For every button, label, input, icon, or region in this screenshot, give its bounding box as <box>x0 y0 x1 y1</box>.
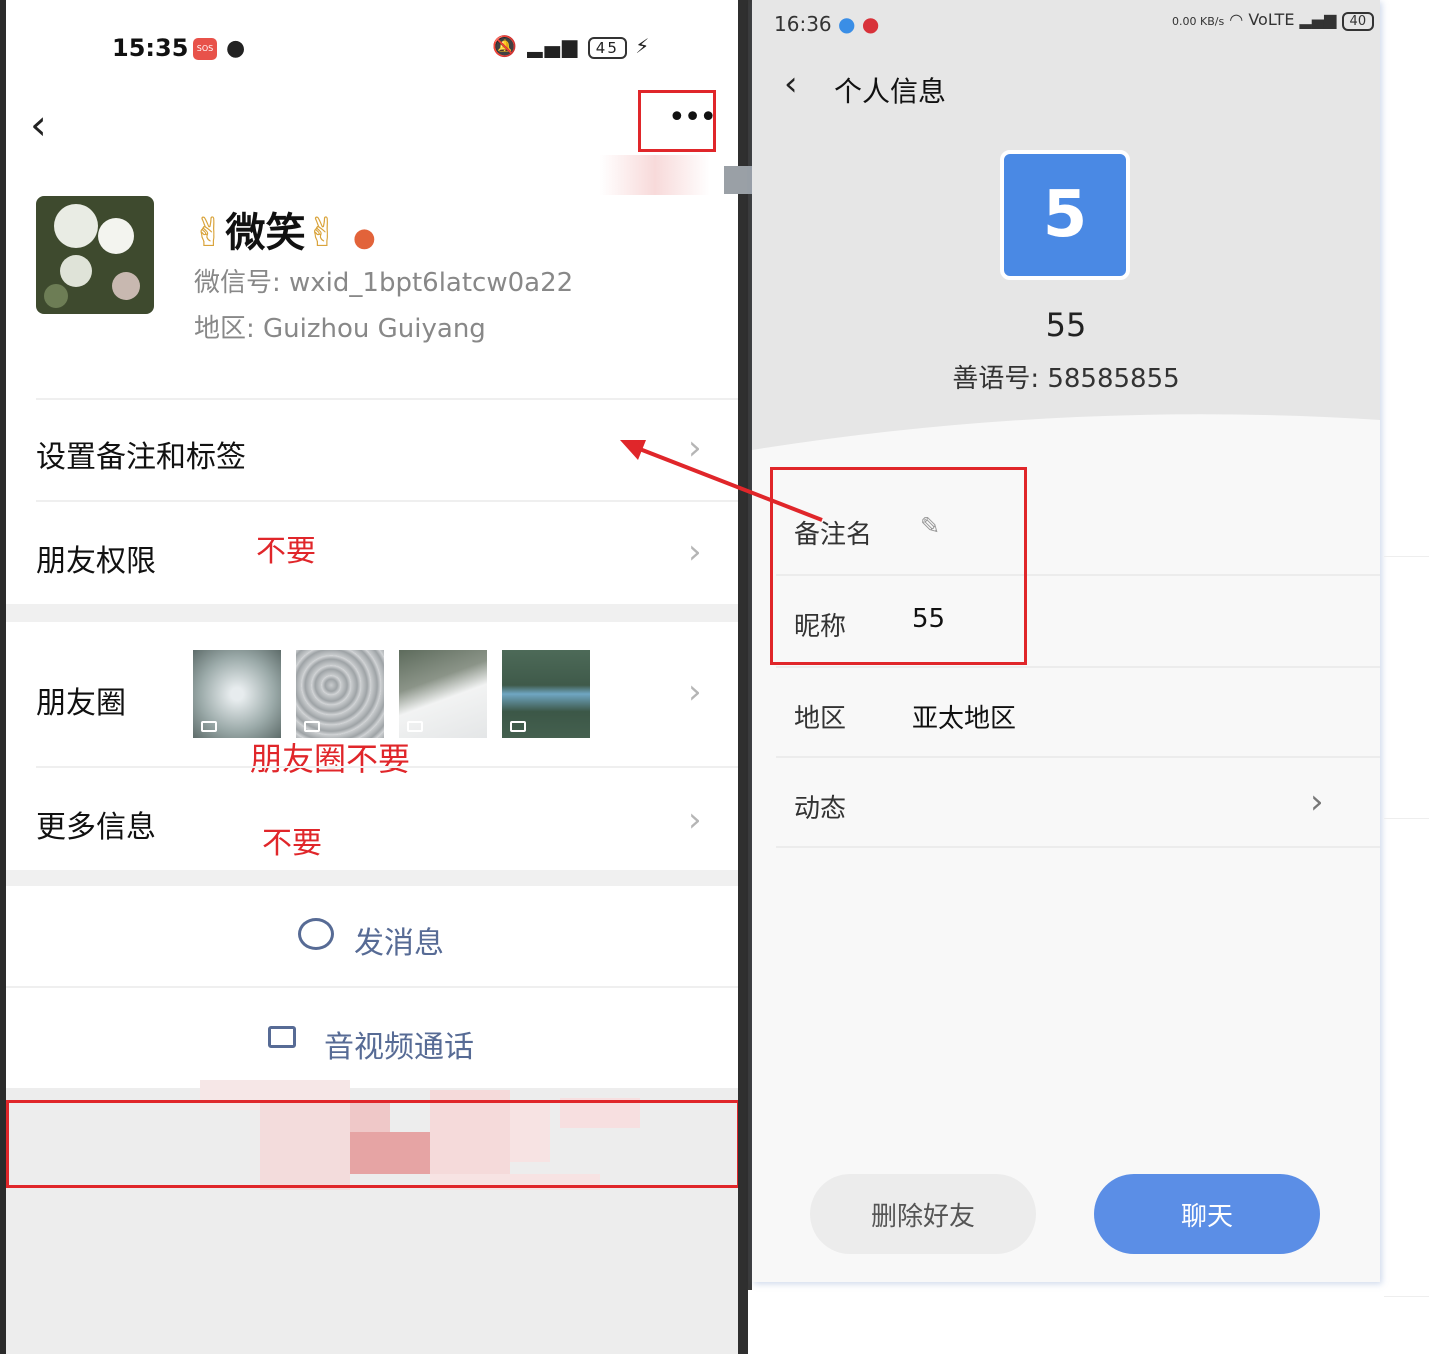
row-label: 朋友权限 <box>36 544 156 579</box>
person-icon: ● <box>352 223 376 253</box>
battery-icon: 45 <box>587 37 627 59</box>
field-value: 亚太地区 <box>912 704 1017 734</box>
blurred-patch <box>600 155 710 195</box>
battery-icon: 40 <box>1341 12 1375 31</box>
back-icon[interactable]: ‹ <box>30 100 47 149</box>
chevron-right-icon: › <box>688 532 702 572</box>
page-title: 个人信息 <box>834 75 947 108</box>
avatar[interactable] <box>36 196 154 314</box>
wechat-id: 微信号: wxid_1bpt6latcw0a22 <box>194 268 574 298</box>
video-icon <box>304 721 320 732</box>
wechat-icon: ● <box>226 36 246 61</box>
annotation-note: 不要 <box>256 534 316 569</box>
chat-button[interactable]: 聊天 <box>1094 1174 1320 1254</box>
moments-thumbnail[interactable] <box>502 650 590 738</box>
send-message-label: 发消息 <box>354 926 444 961</box>
status-icons: 0.00 KB/s ◠ VoLTE ▂▄▆ 40 <box>1172 10 1375 31</box>
field-label: 动态 <box>794 794 847 824</box>
wechat-profile-screen: 15:35 SOS ● 🔕 ▂▄▆ 45 ⚡ ‹ ••• ✌微笑✌ ● 微信号:… <box>0 0 748 1354</box>
emoji-icon: ✌ <box>305 210 340 256</box>
annotation-box-more <box>638 90 716 152</box>
video-icon <box>510 721 526 732</box>
status-icons: 🔕 ▂▄▆ 45 ⚡ <box>492 34 651 59</box>
annotation-note: 不要 <box>262 826 322 861</box>
annotation-box-fields <box>770 467 1027 665</box>
charging-icon: ⚡ <box>635 34 652 58</box>
profile-id: 善语号: 58585855 <box>952 364 1180 394</box>
signal-icon: ▂▄▆ <box>1299 10 1337 29</box>
status-time: 15:35 <box>112 34 189 62</box>
section-gap <box>6 604 738 622</box>
app-icon: ● <box>861 12 880 36</box>
device-frame <box>738 0 748 1354</box>
network-speed: 0.00 KB/s <box>1172 15 1225 28</box>
moments-thumbnail[interactable] <box>193 650 281 738</box>
video-call-icon <box>268 1026 296 1048</box>
delete-friend-button[interactable]: 删除好友 <box>810 1174 1036 1254</box>
chevron-right-icon: › <box>688 428 702 468</box>
mute-icon: 🔕 <box>492 34 519 58</box>
volte-label: VoLTE <box>1248 10 1295 29</box>
av-call-button[interactable]: 音视频通话 <box>6 988 738 1088</box>
nickname: ✌微笑✌ ● <box>192 210 376 256</box>
divider <box>776 846 1380 848</box>
region: 地区: Guizhou Guiyang <box>194 314 486 344</box>
wifi-icon: ◠ <box>1229 10 1244 29</box>
sos-icon: SOS <box>193 38 217 60</box>
divider <box>1384 556 1429 557</box>
device-frame <box>0 0 6 1354</box>
moments-thumbnail[interactable] <box>296 650 384 738</box>
field-label: 地区 <box>794 704 847 734</box>
chat-bubble-icon <box>298 918 334 950</box>
profile-name: 55 <box>1045 306 1087 344</box>
video-icon <box>407 721 423 732</box>
annotation-box-bottom <box>6 1100 740 1188</box>
signal-icon: ▂▄▆ <box>527 34 580 58</box>
av-call-label: 音视频通话 <box>324 1030 474 1065</box>
row-label: 设置备注和标签 <box>36 440 246 475</box>
send-message-button[interactable]: 发消息 <box>6 886 738 986</box>
moments-thumbnail[interactable] <box>399 650 487 738</box>
section-gap <box>6 870 738 886</box>
status-time: 16:36 ● ● <box>774 12 880 36</box>
field-region: 地区 亚太地区 <box>752 668 1380 756</box>
chevron-right-icon: › <box>688 800 702 840</box>
telegram-icon: ● <box>838 12 856 36</box>
chevron-right-icon: › <box>688 672 702 712</box>
back-icon[interactable]: ‹ <box>784 64 798 104</box>
divider <box>1384 818 1429 819</box>
row-label: 朋友圈 <box>36 686 126 721</box>
emoji-icon: ✌ <box>192 210 226 256</box>
row-label: 更多信息 <box>36 810 156 845</box>
divider <box>1384 1296 1429 1297</box>
row-more-info[interactable]: 更多信息 不要 › <box>0 768 738 868</box>
video-icon <box>201 721 217 732</box>
chevron-right-icon: › <box>1310 782 1324 822</box>
row-friend-permissions[interactable]: 朋友权限 不要 › <box>0 502 738 602</box>
row-remark-tags[interactable]: 设置备注和标签 › <box>0 400 738 500</box>
field-moments[interactable]: 动态 › <box>752 758 1380 846</box>
avatar[interactable]: 5 <box>1000 150 1130 280</box>
